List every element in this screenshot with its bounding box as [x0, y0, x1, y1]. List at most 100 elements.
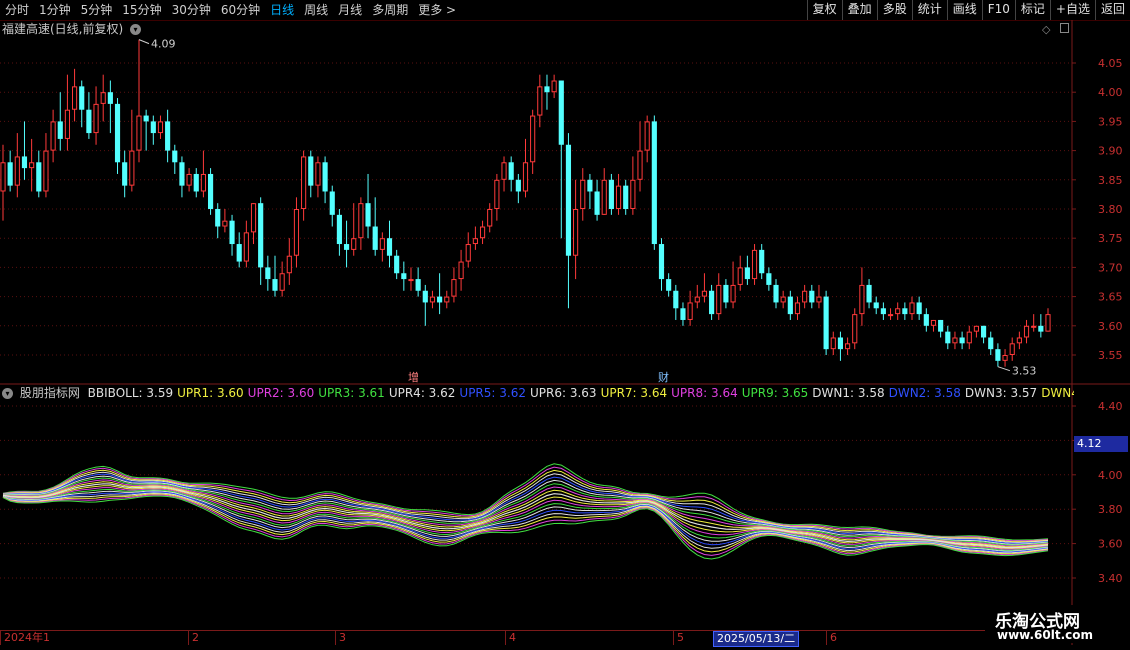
candle [401, 261, 407, 291]
candle [265, 255, 271, 291]
candle [143, 109, 149, 151]
period-tab-8[interactable]: 月线 [333, 0, 367, 20]
period-tab-5[interactable]: 60分钟 [216, 0, 265, 20]
toolbar-button-1[interactable]: 叠加 [841, 0, 877, 20]
price-tick-label: 3.55 [1098, 349, 1123, 362]
candle [530, 109, 536, 174]
candle [394, 249, 400, 280]
period-tab-4[interactable]: 30分钟 [167, 0, 216, 20]
indicator-name: 股朋指标网 [19, 386, 80, 400]
date-label: 5 [673, 631, 684, 645]
panel-toggle-icon[interactable] [1060, 23, 1069, 33]
candle [494, 173, 500, 221]
candle [945, 325, 951, 350]
candle [193, 168, 199, 198]
candle [479, 220, 486, 245]
candle [909, 296, 915, 320]
candle [1045, 308, 1051, 332]
indicator-band-line [2, 485, 1049, 550]
price-tick-label: 3.80 [1098, 203, 1123, 216]
candle [594, 179, 600, 221]
period-tab-1[interactable]: 1分钟 [34, 0, 76, 20]
indicator-band-line [2, 463, 1049, 541]
period-tab-10[interactable]: 更多 > [413, 0, 461, 20]
event-marker[interactable]: 增 [408, 370, 419, 384]
period-tab-3[interactable]: 15分钟 [117, 0, 166, 20]
indicator-band-line [2, 473, 1049, 544]
candle [773, 279, 779, 309]
candle [179, 156, 185, 198]
low-pointer [997, 366, 1011, 372]
candle [50, 109, 56, 163]
period-tab-6[interactable]: 日线 [265, 0, 299, 20]
candle [14, 133, 20, 198]
chevron-down-icon[interactable]: ▾ [2, 388, 13, 399]
low-label: 3.53 [1012, 365, 1036, 378]
candle [372, 197, 378, 256]
toolbar-button-6[interactable]: 标记 [1014, 0, 1050, 20]
toolbar-button-0[interactable]: 复权 [806, 0, 842, 20]
candle [322, 156, 328, 204]
candle [229, 214, 235, 256]
price-tick-label: 4.05 [1098, 57, 1123, 70]
stock-title: 福建高速(日线,前复权) [2, 22, 124, 36]
diamond-icon[interactable]: ◇ [1042, 23, 1050, 36]
candle [751, 244, 758, 285]
price-tick-label: 3.65 [1098, 291, 1123, 304]
candle [329, 185, 335, 227]
candle [723, 279, 729, 309]
candle [959, 331, 965, 350]
candle [887, 308, 894, 320]
candle [107, 80, 113, 134]
candle [136, 39, 142, 163]
toolbar-button-5[interactable]: F10 [981, 0, 1015, 20]
indicator-band-line [2, 469, 1049, 543]
candle [472, 226, 478, 250]
candle [150, 115, 156, 145]
indicator-band-line [2, 488, 1049, 551]
candle [272, 255, 278, 297]
candle [866, 279, 872, 309]
candle [301, 150, 307, 221]
price-tick-label: 3.70 [1098, 261, 1123, 274]
candle [694, 284, 700, 309]
toolbar-button-3[interactable]: 统计 [911, 0, 947, 20]
candle [880, 302, 886, 320]
high-label: 4.09 [151, 38, 176, 51]
candle [644, 115, 650, 163]
price-tick-label: 3.95 [1098, 115, 1123, 128]
candle [279, 261, 285, 297]
candle [651, 115, 657, 250]
candle [966, 325, 972, 350]
candle [36, 150, 42, 198]
watermark-url: www.60lt.com [997, 628, 1094, 642]
chevron-down-icon[interactable]: ▾ [130, 24, 142, 35]
candle [537, 74, 543, 128]
date-label: 2024年1 [0, 631, 50, 645]
toolbar-button-7[interactable]: +自选 [1049, 0, 1095, 20]
candle [215, 203, 221, 239]
candle [608, 173, 614, 215]
toolbar-button-2[interactable]: 多股 [876, 0, 912, 20]
event-marker[interactable]: 财 [658, 370, 669, 384]
toolbar-button-8[interactable]: 返回 [1094, 0, 1130, 20]
candle [1002, 349, 1008, 367]
period-tab-0[interactable]: 分时 [0, 0, 34, 20]
candle [666, 273, 672, 297]
period-tab-2[interactable]: 5分钟 [76, 0, 118, 20]
candle [809, 284, 815, 309]
period-tab-7[interactable]: 周线 [299, 0, 333, 20]
candle [465, 232, 471, 268]
candle [415, 267, 421, 297]
candle [830, 331, 836, 355]
toolbar: 分时 1分钟 5分钟 15分钟 30分钟 60分钟 日线 周线 月线 多周期 更多 > 复权 叠加 多股… [0, 0, 1130, 21]
indicator-band-line [2, 495, 1049, 560]
period-tab-9[interactable]: 多周期 [367, 0, 413, 20]
indicator-tick-label: 3.40 [1098, 572, 1123, 585]
date-cursor: 2025/05/13/二 [713, 631, 800, 647]
toolbar-button-4[interactable]: 画线 [946, 0, 982, 20]
candle [794, 296, 801, 320]
candle [787, 290, 793, 320]
price-tick-label: 3.60 [1098, 320, 1123, 333]
indicator-band-line [2, 466, 1049, 542]
